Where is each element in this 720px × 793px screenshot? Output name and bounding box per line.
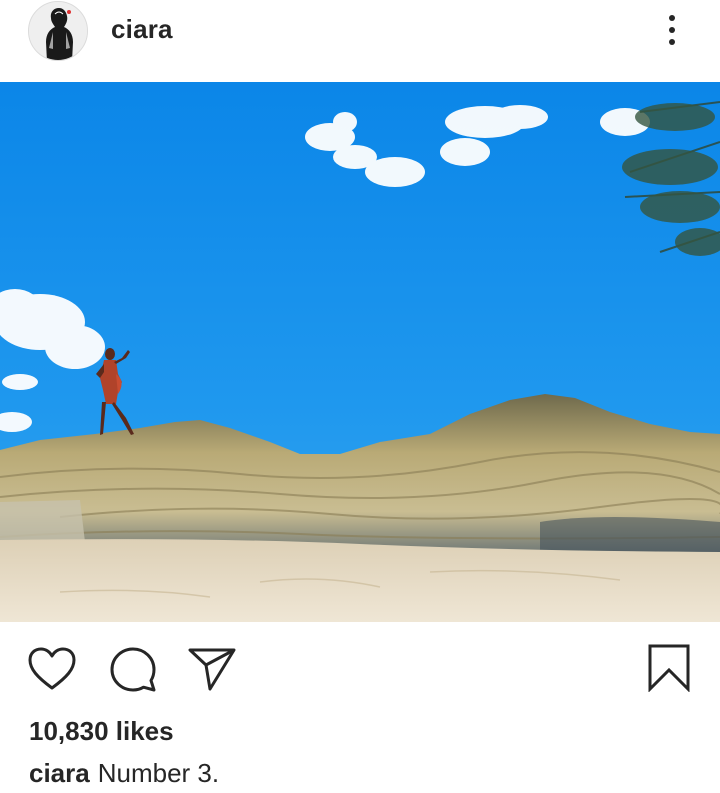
send-icon[interactable] xyxy=(188,647,236,696)
post-username[interactable]: ciara xyxy=(111,14,173,45)
post-header: ciara xyxy=(0,0,720,82)
heart-icon[interactable] xyxy=(27,646,77,697)
caption-text: Number 3. xyxy=(97,758,220,788)
post-photo[interactable] xyxy=(0,82,720,622)
avatar-image xyxy=(29,2,87,60)
more-vertical-icon[interactable] xyxy=(656,10,688,50)
avatar[interactable] xyxy=(28,1,88,61)
comment-icon[interactable] xyxy=(109,646,157,699)
post-caption: ciara Number 3. xyxy=(29,758,219,789)
caption-username[interactable]: ciara xyxy=(29,758,90,788)
beach-photo-image xyxy=(0,82,720,622)
action-bar xyxy=(0,640,720,696)
bookmark-icon[interactable] xyxy=(648,644,690,697)
like-count[interactable]: 10,830 likes xyxy=(29,716,174,747)
